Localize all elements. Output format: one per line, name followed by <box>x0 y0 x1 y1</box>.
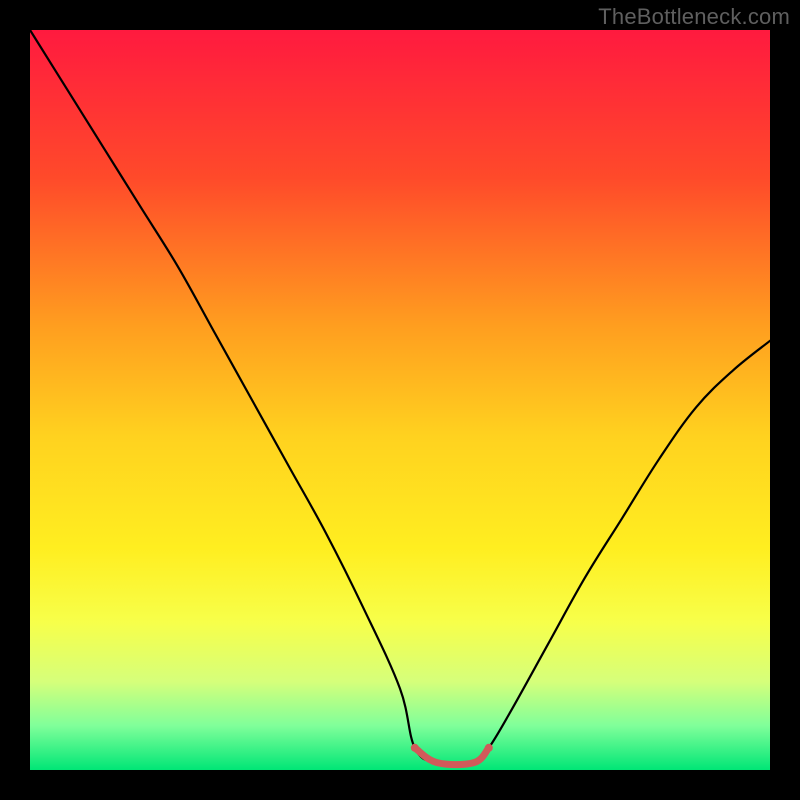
chart-svg <box>0 0 800 800</box>
optimal-range-end-dot <box>485 744 493 752</box>
chart-plot-area <box>30 30 770 770</box>
optimal-range-start-dot <box>411 744 419 752</box>
watermark-text: TheBottleneck.com <box>598 4 790 30</box>
chart-root: TheBottleneck.com <box>0 0 800 800</box>
